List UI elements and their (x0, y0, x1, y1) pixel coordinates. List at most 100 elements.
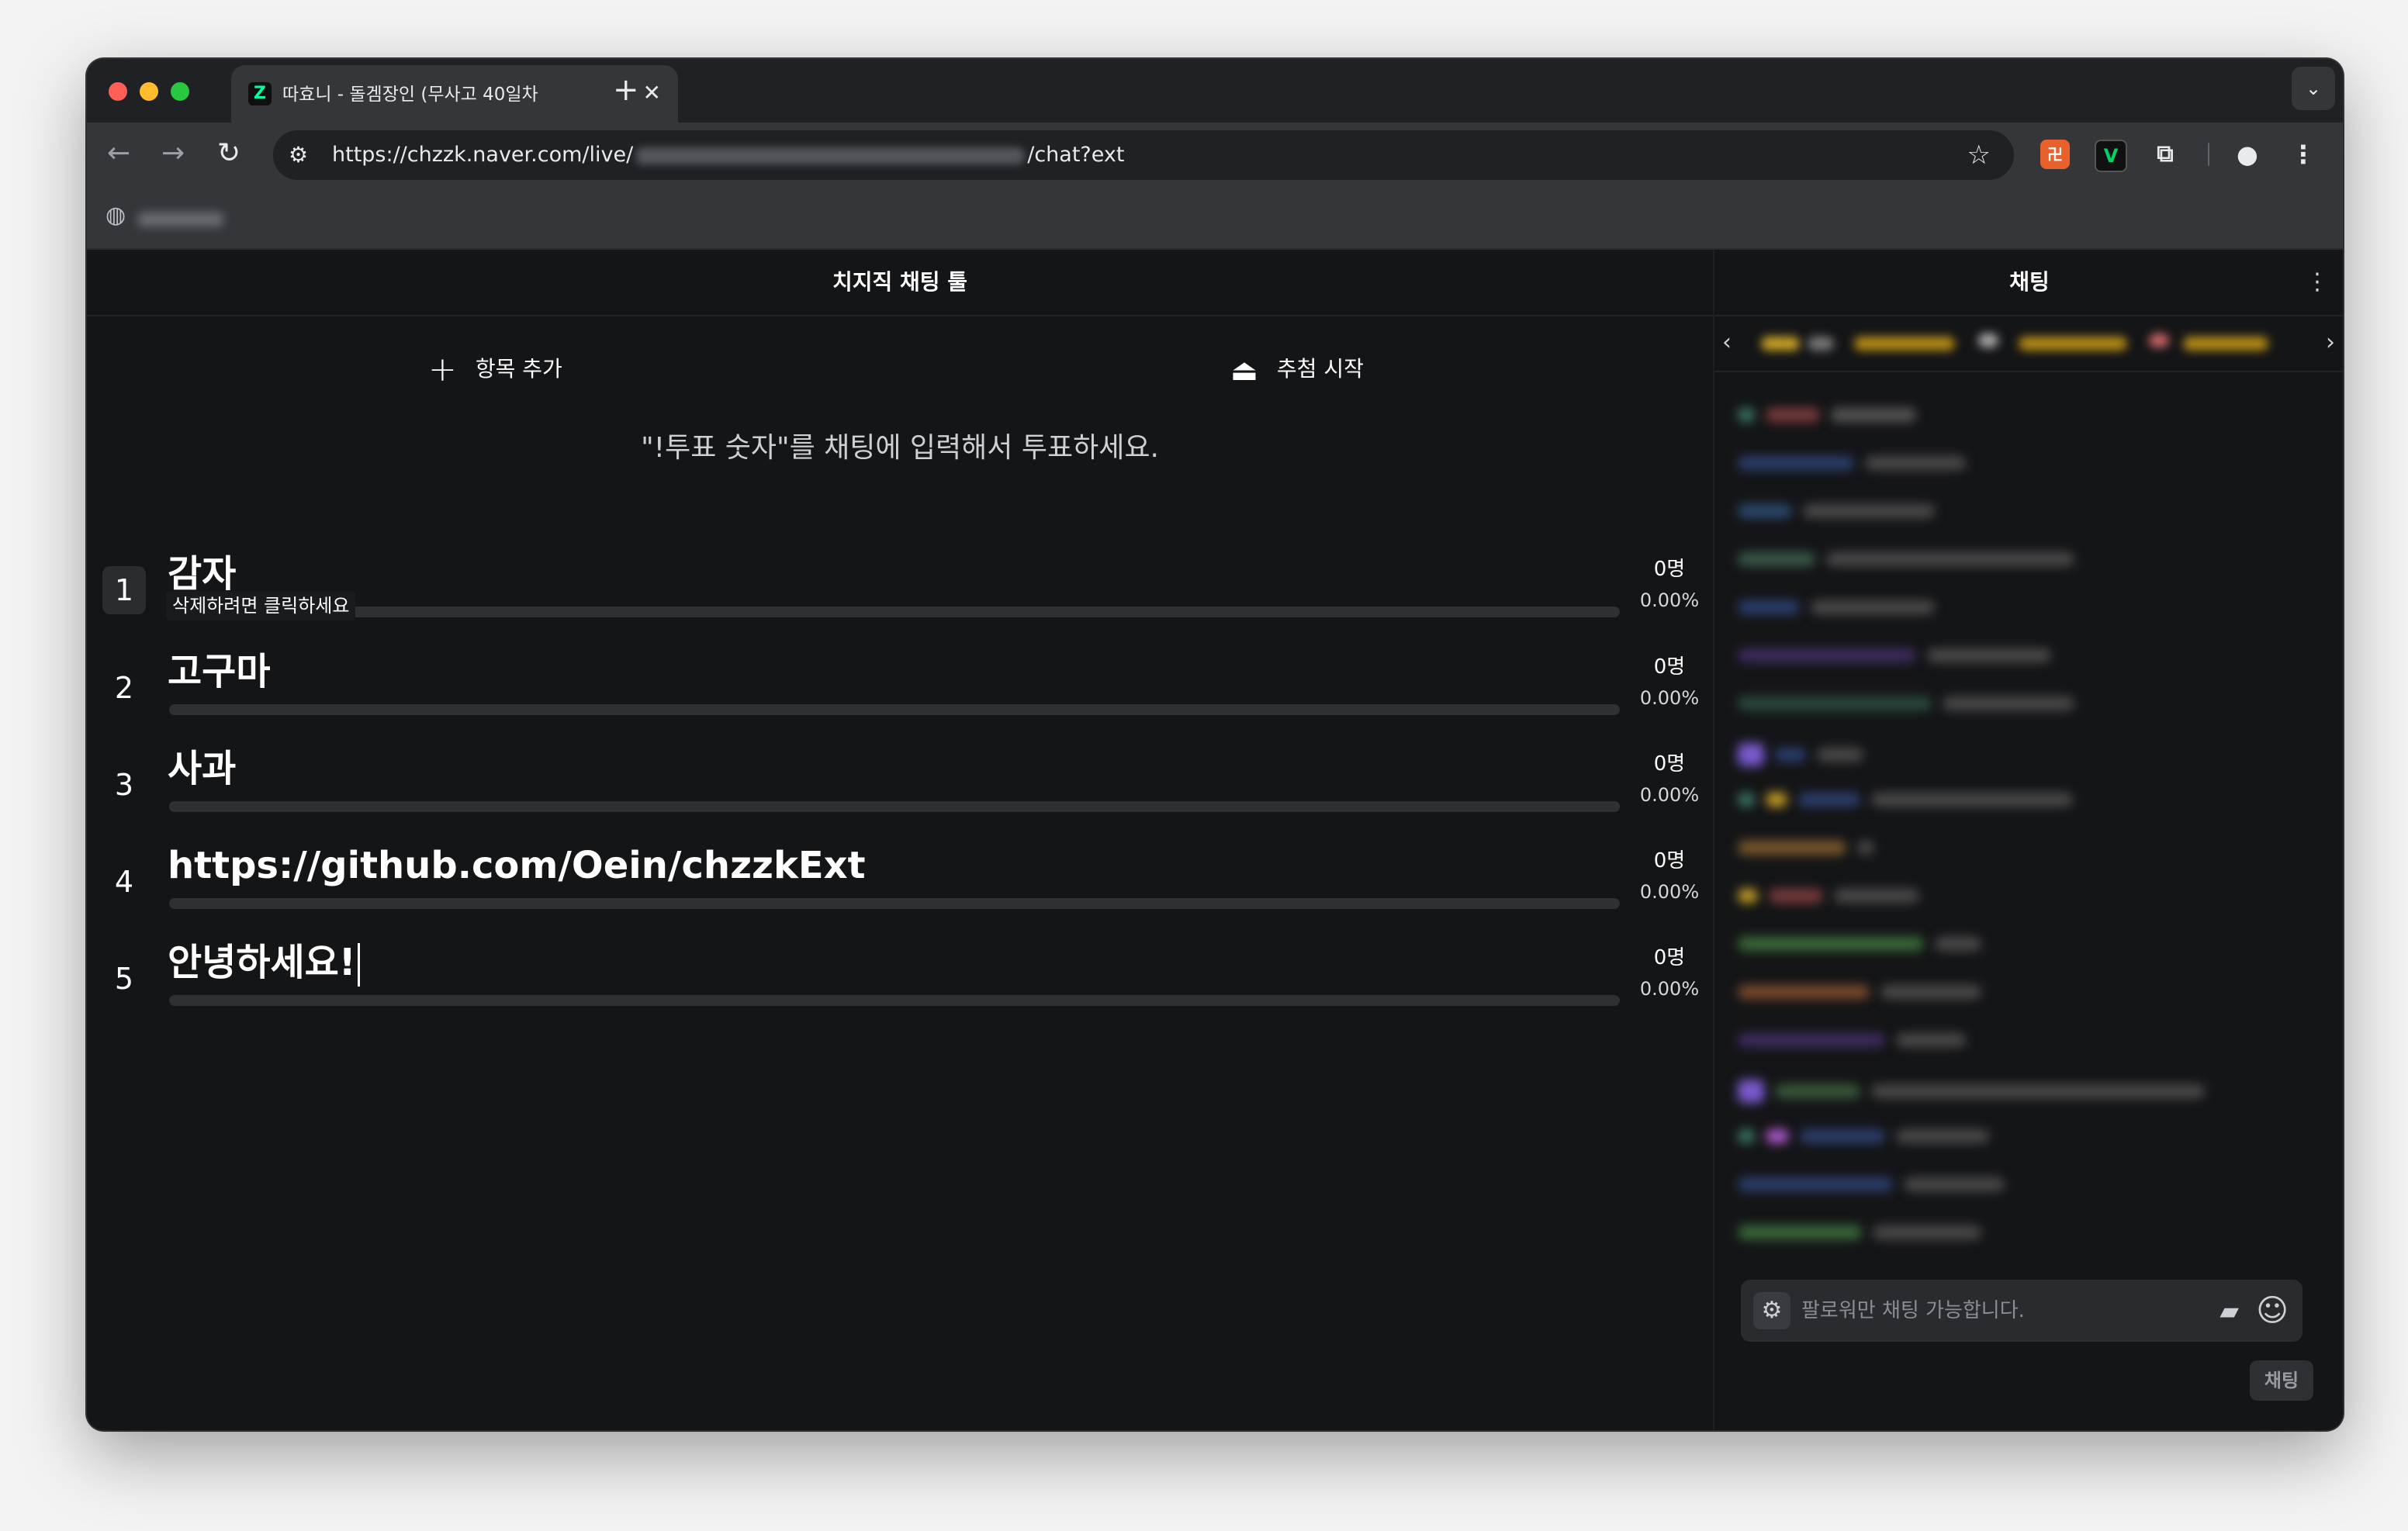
minimize-window-button[interactable] (140, 82, 158, 101)
item-label[interactable]: https://github.com/Oein/chzzkExt (168, 838, 866, 893)
chat-message (1738, 1080, 2216, 1103)
chzzk-icon: Z (248, 82, 272, 105)
item-label-text: 안녕하세요! (168, 941, 356, 984)
redacted-id (636, 147, 1025, 164)
reload-icon[interactable]: ↻ (217, 137, 240, 171)
chat-message (1738, 935, 1992, 951)
item-label[interactable]: 사과 (168, 741, 236, 797)
globe-icon[interactable]: ◍ (106, 202, 126, 229)
profile-icon[interactable]: ● (2233, 140, 2262, 169)
vote-header: 치지직 채팅 툴 (87, 250, 1713, 316)
vote-item[interactable]: 1 감자 삭제하려면 클릭하세요 0명 0.00% (87, 552, 1713, 650)
donor-chip (2019, 337, 2127, 351)
chat-message (1738, 599, 1946, 614)
chat-message (1738, 647, 2062, 662)
vote-progress-bar (169, 607, 1620, 617)
item-number[interactable]: 2 (102, 664, 146, 712)
donor-chip (2149, 334, 2169, 347)
emoji-icon[interactable]: ☺ (2256, 1292, 2289, 1329)
start-draw-button[interactable]: ⏏ 추첨 시작 (1230, 352, 1364, 387)
chat-message (1738, 1032, 1977, 1047)
donor-chip (1854, 337, 1955, 351)
donor-chip (1808, 337, 1834, 351)
add-item-button[interactable]: + 항목 추가 (428, 352, 562, 387)
vote-count: 0명 (1653, 655, 1686, 679)
vote-progress-bar (169, 704, 1620, 715)
chat-message (1738, 1128, 2000, 1143)
chat-input[interactable]: ⚙ 팔로워만 채팅 가능합니다. ▰ ☺ (1741, 1280, 2302, 1342)
maximize-window-button[interactable] (171, 82, 189, 101)
extension-orange-icon[interactable]: 卍 (2040, 140, 2070, 169)
chevron-right-icon[interactable]: › (2326, 327, 2335, 358)
vote-item[interactable]: 2 고구마 0명 0.00% (87, 650, 1713, 748)
toolbar-divider (2208, 143, 2209, 166)
item-label-editing[interactable]: 안녕하세요! (168, 935, 360, 990)
vote-count: 0명 (1653, 752, 1686, 776)
bookmarks-bar: ◍ (87, 188, 2343, 250)
chat-message (1738, 1224, 1992, 1239)
vote-item[interactable]: 4 https://github.com/Oein/chzzkExt 0명 0.… (87, 844, 1713, 942)
browser-window: Z 따효니 - 돌겜장인 (무사고 40일차 ✕ + ⌄ ← → ↻ ⚙ htt… (87, 59, 2343, 1430)
vote-percent: 0.00% (1639, 784, 1700, 806)
send-chat-button[interactable]: 채팅 (2250, 1360, 2313, 1401)
extension-icon[interactable]: ⧉ (2150, 140, 2180, 169)
chat-message (1738, 983, 1992, 999)
vote-count: 0명 (1653, 946, 1686, 969)
item-number[interactable]: 4 (102, 858, 146, 906)
menu-icon[interactable]: ⋮ (2289, 140, 2318, 169)
vote-instructions: "!투표 숫자"를 채팅에 입력해서 투표하세요. (641, 432, 1159, 464)
page-content: 치지직 채팅 툴 + 항목 추가 ⏏ 추첨 시작 "!투표 숫자"를 채팅에 입력해… (87, 250, 2343, 1430)
chat-message (1738, 743, 1874, 766)
vote-progress-bar (169, 995, 1620, 1006)
chat-message (1738, 406, 1927, 422)
new-tab-button[interactable]: + (613, 73, 639, 107)
extension-v-icon[interactable]: V (2095, 140, 2127, 172)
more-options-icon[interactable]: ⋮ (2306, 265, 2329, 299)
delete-tooltip: 삭제하려면 클릭하세요 (166, 591, 356, 620)
item-number[interactable]: 1 (102, 566, 146, 614)
vote-progress-bar (169, 801, 1620, 812)
vote-percent: 0.00% (1639, 687, 1700, 709)
donor-chip (1978, 334, 1998, 347)
site-settings-icon[interactable]: ⚙ (289, 141, 308, 169)
gear-icon[interactable]: ⚙ (1753, 1292, 1790, 1329)
chat-message (1738, 695, 2085, 710)
item-label[interactable]: 고구마 (168, 644, 270, 700)
url-text[interactable]: https://chzzk.naver.com/live//chat?ext (332, 140, 1124, 171)
start-draw-label: 추첨 시작 (1276, 356, 1364, 382)
vote-item[interactable]: 3 사과 0명 0.00% (87, 747, 1713, 845)
browser-tab[interactable]: Z 따효니 - 돌겜장인 (무사고 40일차 ✕ (231, 65, 678, 123)
item-number[interactable]: 5 (102, 955, 146, 1003)
back-icon[interactable]: ← (107, 137, 130, 171)
close-tab-icon[interactable]: ✕ (643, 79, 661, 107)
chat-input-placeholder: 팔로워만 채팅 가능합니다. (1801, 1299, 2025, 1322)
plus-icon: + (428, 350, 457, 389)
chat-title: 채팅 (2009, 269, 2050, 295)
vote-count: 0명 (1653, 558, 1686, 581)
chat-message (1738, 1176, 2015, 1191)
chevron-left-icon[interactable]: ‹ (1722, 327, 1732, 358)
chat-message (1738, 503, 1946, 518)
text-cursor (357, 943, 360, 987)
donor-chip (1761, 337, 1800, 351)
tab-title: 따효니 - 돌겜장인 (무사고 40일차 (282, 85, 538, 105)
bookmark-star-icon[interactable]: ☆ (1967, 138, 1991, 172)
tab-search-button[interactable]: ⌄ (2292, 67, 2335, 110)
item-number[interactable]: 3 (102, 761, 146, 809)
vote-item[interactable]: 5 안녕하세요! 0명 0.00% (87, 941, 1713, 1039)
address-bar[interactable]: ⚙ https://chzzk.naver.com/live//chat?ext… (273, 130, 2014, 180)
chat-message (1738, 454, 1977, 470)
close-window-button[interactable] (109, 82, 127, 101)
vote-percent: 0.00% (1639, 589, 1700, 611)
forward-icon[interactable]: → (161, 137, 185, 171)
chat-message (1738, 887, 1930, 903)
page-title: 치지직 채팅 툴 (832, 269, 968, 295)
tab-strip: Z 따효니 - 돌겜장인 (무사고 40일차 ✕ + ⌄ (87, 59, 2343, 123)
add-item-label: 항목 추가 (475, 356, 562, 382)
vote-percent: 0.00% (1639, 881, 1700, 903)
vote-percent: 0.00% (1639, 978, 1700, 1000)
chat-message (1738, 839, 1885, 855)
cheese-donation-icon[interactable]: ▰ (2219, 1294, 2239, 1328)
vote-progress-bar (169, 898, 1620, 909)
bookmark-item[interactable] (138, 213, 223, 226)
